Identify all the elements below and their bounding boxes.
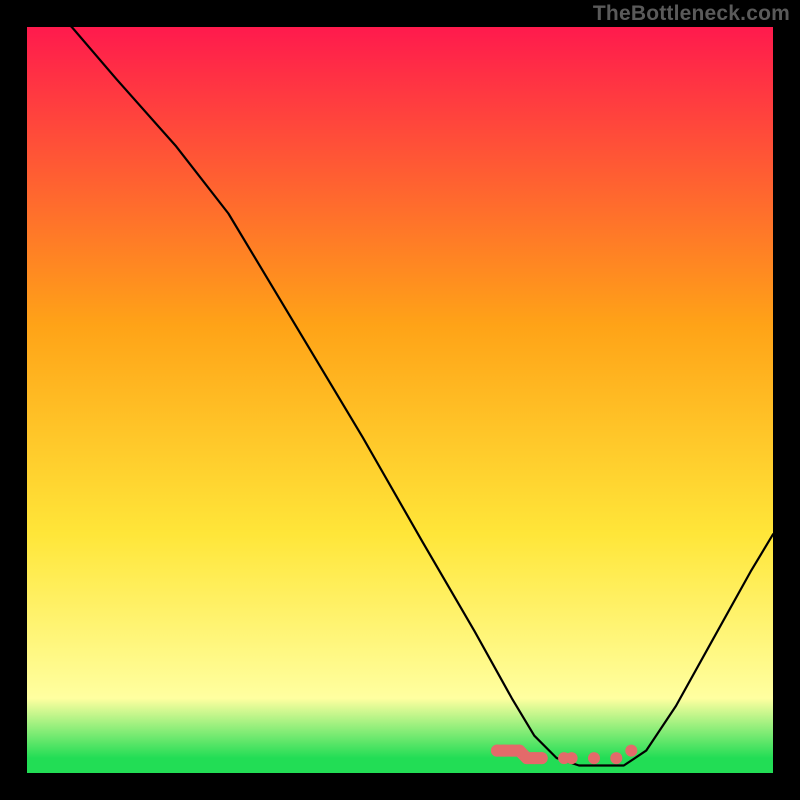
chart-svg: [27, 27, 773, 773]
gradient-background: [27, 27, 773, 773]
highlight-dot: [566, 752, 578, 764]
highlight-dot: [536, 752, 548, 764]
highlight-dot: [588, 752, 600, 764]
highlight-dot: [625, 745, 637, 757]
watermark-text: TheBottleneck.com: [593, 2, 790, 26]
chart-frame: TheBottleneck.com: [0, 0, 800, 800]
plot-area: [27, 27, 773, 773]
highlight-dot: [610, 752, 622, 764]
